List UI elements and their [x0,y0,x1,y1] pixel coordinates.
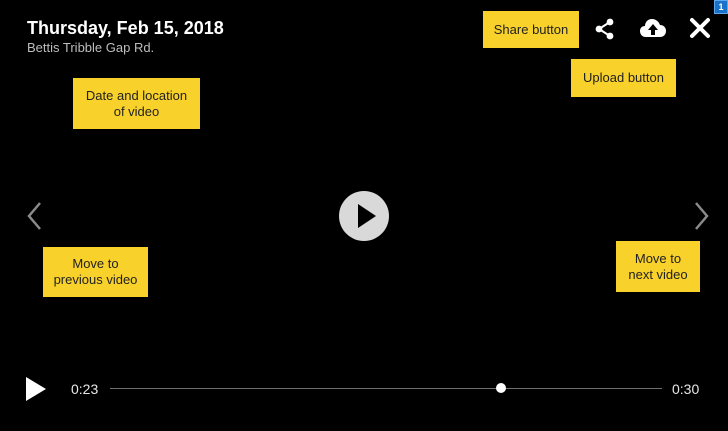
close-icon [690,18,710,38]
next-video-annotation: Move to next video [616,241,700,292]
duration: 0:30 [672,381,700,397]
close-button[interactable] [686,14,714,42]
progress-track[interactable] [110,388,662,389]
current-time: 0:23 [71,381,99,397]
previous-video-button[interactable] [20,198,48,234]
chevron-right-icon [695,202,709,230]
upload-button[interactable] [636,12,670,44]
progress-thumb[interactable] [495,383,506,393]
upload-button-annotation: Upload button [571,59,676,97]
center-play-button[interactable] [338,190,390,242]
chevron-left-icon [27,202,41,230]
share-button[interactable] [590,14,620,44]
play-icon [26,377,46,401]
next-video-button[interactable] [688,198,716,234]
video-location: Bettis Tribble Gap Rd. [27,40,155,55]
play-button[interactable] [22,374,50,404]
video-date: Thursday, Feb 15, 2018 [27,18,224,38]
share-button-annotation: Share button [483,11,579,48]
cloud-upload-icon [640,19,666,37]
notification-badge: 1 [714,0,728,14]
play-circle-icon [339,191,389,241]
share-icon [595,18,614,40]
date-location-annotation: Date and location of video [73,78,200,129]
previous-video-annotation: Move to previous video [43,247,148,297]
